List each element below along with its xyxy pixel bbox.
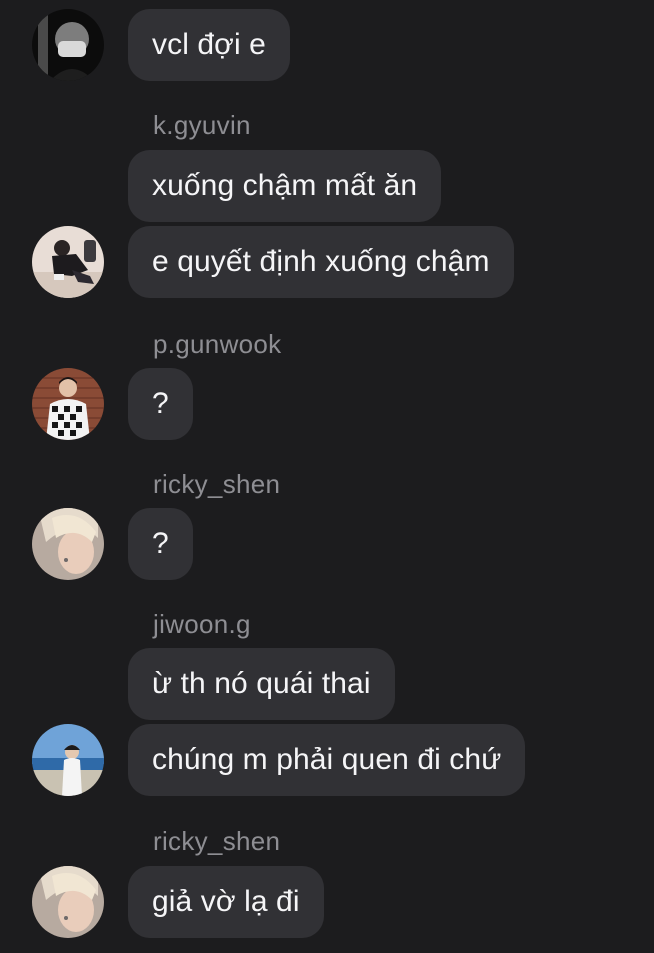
message-text: chúng m phải quen đi chứ bbox=[152, 743, 502, 776]
avatar-photo-blonde bbox=[32, 508, 104, 580]
message-text: ừ th nó quái thai bbox=[152, 667, 371, 700]
message-bubble[interactable]: e quyết định xuống chậm bbox=[128, 226, 514, 298]
message-text: vcl đợi e bbox=[152, 28, 266, 61]
message-bubble[interactable]: xuống chậm mất ăn bbox=[128, 150, 442, 222]
message-text: ? bbox=[152, 527, 169, 560]
avatar[interactable] bbox=[32, 226, 104, 298]
avatar[interactable] bbox=[32, 508, 104, 580]
message-bubble[interactable]: vcl đợi e bbox=[128, 9, 290, 81]
message-bubble[interactable]: ừ th nó quái thai bbox=[128, 648, 395, 720]
message-bubble[interactable]: ? bbox=[128, 508, 193, 580]
sender-name: ricky_shen bbox=[153, 469, 281, 499]
avatar-photo-beach bbox=[32, 724, 104, 796]
sender-name: p.gunwook bbox=[153, 329, 282, 359]
message-bubble[interactable]: chúng m phải quen đi chứ bbox=[128, 724, 526, 796]
avatar[interactable] bbox=[32, 866, 104, 938]
chat-thread: vcl đợi e k.gyuvin xuống chậm mất ăn e q… bbox=[0, 0, 654, 953]
sender-name: jiwoon.g bbox=[153, 609, 251, 639]
message-bubble[interactable]: ? bbox=[128, 368, 193, 440]
sender-name: k.gyuvin bbox=[153, 110, 251, 140]
avatar-photo-masked bbox=[32, 9, 104, 81]
avatar[interactable] bbox=[32, 724, 104, 796]
avatar-photo-sitting bbox=[32, 226, 104, 298]
avatar-photo-blonde bbox=[32, 866, 104, 938]
sender-name: ricky_shen bbox=[153, 826, 281, 856]
avatar[interactable] bbox=[32, 368, 104, 440]
avatar[interactable] bbox=[32, 9, 104, 81]
message-text: ? bbox=[152, 387, 169, 420]
message-bubble[interactable]: giả vờ lạ đi bbox=[128, 866, 324, 938]
message-text: e quyết định xuống chậm bbox=[152, 245, 490, 278]
message-text: xuống chậm mất ăn bbox=[152, 169, 418, 202]
avatar-photo-brick-wall bbox=[32, 368, 104, 440]
message-text: giả vờ lạ đi bbox=[152, 885, 300, 918]
